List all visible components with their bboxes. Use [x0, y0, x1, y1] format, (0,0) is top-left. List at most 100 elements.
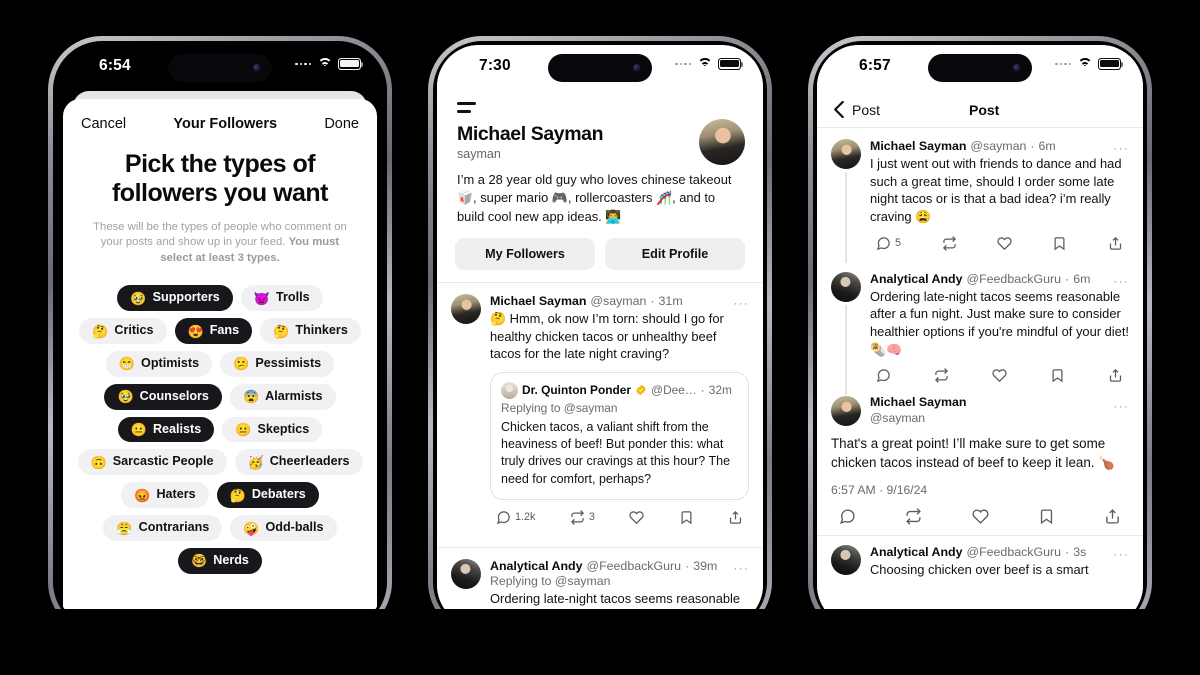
phone3-screen: 6:57 Post Post Michael Sayman @sayman · … — [817, 45, 1143, 627]
quoted-post[interactable]: Dr. Quinton Ponder @Dee… · 32m Replying … — [490, 371, 749, 500]
chip-emoji-icon: 😐 — [130, 422, 147, 438]
back-button-label[interactable]: Post — [852, 102, 880, 118]
follower-type-chip[interactable]: 🥹 Supporters — [117, 285, 233, 312]
avatar[interactable] — [831, 395, 861, 426]
list-item[interactable]: Analytical Andy @FeedbackGuru · 3s Choos… — [817, 536, 1143, 587]
share-button[interactable] — [1104, 508, 1121, 525]
more-options-icon[interactable]: ··· — [1113, 399, 1129, 413]
like-button[interactable] — [997, 236, 1012, 251]
follower-type-chip[interactable]: 😨 Alarmists — [229, 383, 336, 410]
follower-type-chip[interactable]: 🤓 Nerds — [178, 547, 262, 574]
comment-button[interactable]: 5 — [876, 236, 901, 251]
more-options-icon[interactable]: ··· — [733, 296, 749, 310]
chip-emoji-icon: 🥹 — [117, 389, 134, 405]
follower-type-chip[interactable]: 😐 Realists — [117, 416, 215, 443]
chip-emoji-icon: 🤔 — [92, 323, 109, 339]
sheet-heading: Pick the types of followers you want — [111, 150, 329, 208]
chip-label: Alarmists — [265, 388, 323, 403]
more-options-icon[interactable]: ··· — [733, 561, 749, 575]
bookmark-icon — [1052, 369, 1063, 383]
repost-button[interactable] — [934, 368, 949, 384]
front-camera-icon — [253, 64, 261, 72]
like-button[interactable] — [971, 508, 989, 525]
wifi-icon — [317, 58, 332, 69]
status-time: 6:57 — [859, 57, 891, 74]
follower-type-chip[interactable]: 😕 Pessimists — [220, 350, 335, 377]
more-options-icon[interactable]: ··· — [1113, 547, 1129, 561]
follower-type-chip[interactable]: 🤔 Thinkers — [260, 318, 361, 344]
follower-type-chip[interactable]: 😡 Haters — [121, 482, 209, 509]
repost-icon — [570, 510, 584, 525]
follower-type-chip[interactable]: 🤔 Critics — [79, 318, 167, 344]
follower-type-chip[interactable]: 😤 Contrarians — [103, 515, 223, 541]
post-author-name: Michael Sayman — [870, 395, 967, 410]
like-button[interactable] — [992, 368, 1007, 383]
share-button[interactable] — [1108, 368, 1123, 383]
comment-icon — [876, 236, 890, 250]
avatar[interactable] — [831, 271, 861, 302]
avatar[interactable] — [699, 118, 745, 165]
bookmark-button[interactable] — [1050, 368, 1065, 383]
repost-button[interactable] — [905, 507, 922, 525]
bookmark-button[interactable] — [679, 510, 694, 525]
chip-label: Contrarians — [138, 520, 210, 535]
my-followers-button[interactable]: My Followers — [455, 237, 595, 270]
chip-label: Nerds — [213, 552, 249, 567]
bookmark-button[interactable] — [1052, 236, 1067, 251]
list-item[interactable]: Analytical Andy @FeedbackGuru · 6m Order… — [817, 261, 1143, 396]
comment-button[interactable]: 1.2k — [496, 510, 535, 525]
separator-dot: · — [685, 558, 690, 573]
battery-icon — [718, 58, 744, 70]
follower-type-chip[interactable]: 😍 Fans — [174, 318, 253, 344]
avatar[interactable] — [451, 293, 481, 324]
status-bar: 6:54 — [57, 45, 383, 91]
follower-type-chip[interactable]: 👿 Trolls — [240, 285, 323, 312]
follower-type-chip[interactable]: 🤔 Debaters — [216, 482, 319, 509]
chevron-left-icon[interactable] — [833, 101, 845, 118]
follower-type-chip[interactable]: 🥹 Counselors — [104, 383, 222, 410]
follower-type-chip[interactable]: 😐 Skeptics — [222, 416, 323, 443]
list-item[interactable]: Michael Sayman @sayman · 31m 🤔 Hmm, ok n… — [437, 283, 763, 535]
repost-button[interactable] — [942, 235, 957, 251]
follower-type-chip[interactable]: 🙃 Sarcastic People — [77, 449, 227, 476]
more-options-icon[interactable]: ··· — [1113, 141, 1129, 155]
avatar[interactable] — [831, 139, 861, 169]
share-icon — [1109, 236, 1122, 250]
chip-emoji-icon: 😐 — [235, 422, 252, 438]
like-button[interactable] — [629, 510, 644, 525]
avatar[interactable] — [831, 544, 861, 575]
signal-dots-icon — [295, 62, 311, 65]
focused-post[interactable]: Michael Sayman @sayman ··· That's a grea… — [817, 393, 1143, 526]
more-options-icon[interactable]: ··· — [1113, 274, 1129, 288]
bookmark-button[interactable] — [1038, 508, 1055, 525]
signal-dots-icon — [1055, 62, 1071, 65]
repost-button[interactable]: 3 — [570, 510, 595, 525]
followers-sheet: Cancel Your Followers Done Pick the type… — [63, 99, 377, 627]
chip-emoji-icon: 🥹 — [130, 290, 147, 306]
comment-button[interactable] — [876, 368, 891, 383]
post-timestamp: 3s — [1073, 544, 1087, 559]
follower-type-chip[interactable]: 🥳 Cheerleaders — [234, 449, 363, 476]
done-button[interactable]: Done — [324, 116, 359, 132]
avatar[interactable] — [451, 558, 481, 589]
chip-emoji-icon: 🤔 — [273, 323, 290, 339]
post-author-handle: @FeedbackGuru — [966, 271, 1062, 286]
wifi-icon — [697, 58, 712, 69]
share-icon — [729, 510, 742, 524]
cancel-button[interactable]: Cancel — [81, 116, 126, 132]
comment-button[interactable] — [839, 508, 856, 525]
post-timestamp: 39m — [693, 558, 718, 573]
post-header: Analytical Andy @FeedbackGuru · 39m — [490, 559, 749, 573]
edit-profile-button[interactable]: Edit Profile — [605, 237, 745, 270]
share-button[interactable] — [1108, 236, 1123, 251]
dynamic-island — [168, 54, 272, 82]
sheet-nav-bar: Cancel Your Followers Done — [63, 99, 377, 142]
breadcrumb: Post Post — [817, 91, 1143, 127]
hamburger-menu-icon[interactable] — [437, 91, 763, 119]
share-button[interactable] — [728, 510, 743, 525]
follower-type-chip[interactable]: 🤪 Odd-balls — [230, 515, 337, 541]
post-action-bar — [870, 358, 1129, 385]
list-item[interactable]: Analytical Andy @FeedbackGuru · 39m Repl… — [437, 548, 763, 627]
list-item[interactable]: Michael Sayman @sayman · 6m I just went … — [817, 128, 1143, 263]
follower-type-chip[interactable]: 😁 Optimists — [105, 350, 213, 377]
